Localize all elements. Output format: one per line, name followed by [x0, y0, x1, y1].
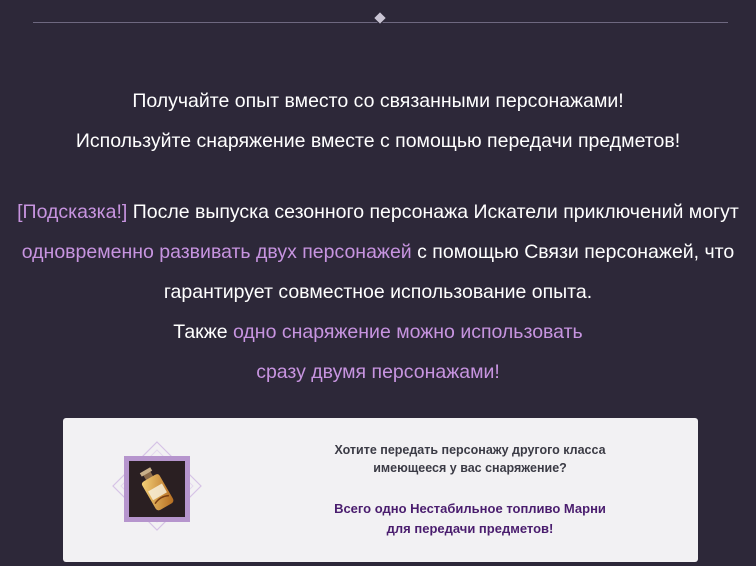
intro-text: Получайте опыт вместо со связанными перс… — [0, 86, 756, 166]
hint-line-2-text: с помощью Связи персонажей, что — [411, 241, 735, 263]
hint-line-1-text: После выпуска сезонного персонажа Искате… — [127, 201, 739, 223]
question-line-2: имеющееся у вас снаряжение? — [373, 461, 567, 475]
hint-line-2-accent: одновременно развивать двух персонажей — [21, 241, 412, 263]
hint-line-1: [Подсказка!] После выпуска сезонного пер… — [0, 192, 756, 232]
item-icon-bg — [129, 461, 185, 517]
intro-line-2: Используйте снаряжение вместе с помощью … — [75, 130, 681, 152]
item-transfer-panel: Хотите передать персонажу другого класса… — [63, 418, 698, 562]
intro-line-1: Получайте опыт вместо со связанными перс… — [132, 90, 624, 112]
offer-text: Всего одно Нестабильное топливо Марни дл… — [295, 499, 645, 539]
hint-line-5: сразу двумя персонажами! — [256, 361, 500, 383]
hint-line-3: гарантирует совместное использование опы… — [163, 281, 593, 303]
hint-line-4-prefix: Также — [173, 321, 234, 343]
hint-tag: [Подсказка!] — [17, 201, 128, 223]
hint-line-4: Также одно снаряжение можно использовать — [0, 312, 756, 352]
hint-line-2: одновременно развивать двух персонажей с… — [0, 232, 756, 272]
offer-line-2: для передачи предметов! — [386, 521, 554, 536]
fuel-bottle-icon — [139, 467, 174, 511]
panel-text: Хотите передать персонажу другого класса… — [295, 441, 645, 539]
question-line-1: Хотите передать персонажу другого класса — [334, 443, 606, 457]
hint-text: [Подсказка!] После выпуска сезонного пер… — [0, 192, 756, 392]
offer-line-1: Всего одно Нестабильное топливо Марни — [334, 501, 606, 516]
hint-line-4-accent: одно снаряжение можно использовать — [233, 321, 583, 343]
item-frame — [109, 438, 205, 534]
item-slot[interactable] — [124, 456, 190, 522]
